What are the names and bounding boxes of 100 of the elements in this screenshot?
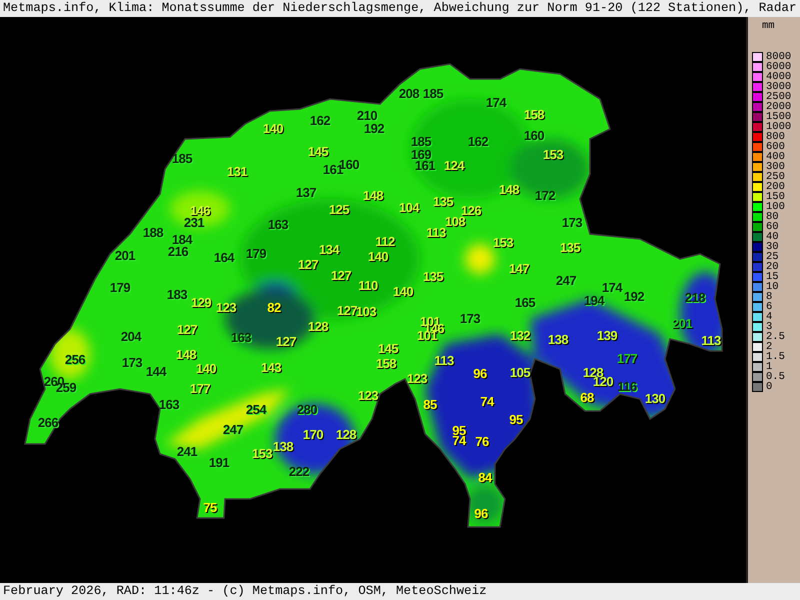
- station-value: 179: [110, 282, 130, 294]
- station-value: 116: [617, 381, 637, 393]
- station-value: 163: [268, 219, 288, 231]
- legend-label: 40: [766, 232, 779, 242]
- station-value: 123: [216, 302, 236, 314]
- station-value: 126: [460, 205, 482, 217]
- station-value: 174: [602, 282, 622, 294]
- station-value: 153: [542, 149, 564, 161]
- legend-label: 3000: [766, 82, 792, 92]
- legend-label: 60: [766, 222, 779, 232]
- legend-label: 400: [766, 152, 785, 162]
- station-value: 247: [556, 275, 576, 287]
- map-title: Metmaps.info, Klima: Monatssumme der Niederschlagsmenge, Abweichung zur Norm 91-20 (122 Stationen), Radar: [0, 0, 800, 17]
- station-value: 184: [172, 234, 192, 246]
- station-value: 125: [328, 204, 350, 216]
- legend-label: 2500: [766, 92, 792, 102]
- legend-label: 1500: [766, 112, 792, 122]
- legend-label: 1: [766, 362, 772, 372]
- station-value: 158: [376, 358, 396, 370]
- station-value: 183: [166, 289, 188, 301]
- station-value: 131: [226, 166, 248, 178]
- station-value: 169: [410, 149, 432, 161]
- station-value: 129: [190, 297, 212, 309]
- station-value: 216: [168, 246, 188, 258]
- station-value: 161: [414, 160, 436, 172]
- station-value: 137: [296, 187, 316, 199]
- station-value: 120: [592, 376, 614, 388]
- station-value: 127: [336, 305, 358, 317]
- station-value: 112: [375, 236, 395, 248]
- station-value: 162: [310, 115, 330, 127]
- legend-label: 200: [766, 182, 785, 192]
- station-value: 266: [38, 417, 58, 429]
- station-value: 104: [398, 202, 420, 214]
- station-value: 185: [172, 153, 192, 165]
- station-value: 74: [480, 396, 494, 408]
- station-value: 123: [406, 373, 428, 385]
- legend-label: 2000: [766, 102, 792, 112]
- station-value: 170: [302, 429, 324, 441]
- station-value: 135: [422, 271, 444, 283]
- station-value: 123: [358, 390, 378, 402]
- station-value: 158: [524, 109, 544, 121]
- station-value: 148: [498, 184, 520, 196]
- station-value: 132: [510, 330, 530, 342]
- legend-label: 4: [766, 312, 772, 322]
- station-value: 108: [444, 216, 466, 228]
- station-value: 153: [492, 237, 514, 249]
- legend-label: 600: [766, 142, 785, 152]
- station-value: 127: [298, 259, 318, 271]
- legend-label: 8: [766, 292, 772, 302]
- station-value: 85: [423, 399, 437, 411]
- station-value: 188: [142, 227, 164, 239]
- station-value: 127: [330, 270, 352, 282]
- station-value: 143: [260, 362, 282, 374]
- station-value: 173: [460, 313, 480, 325]
- station-value: 96: [473, 368, 487, 380]
- station-value: 138: [272, 441, 294, 453]
- station-value: 194: [584, 295, 604, 307]
- station-value: 140: [392, 286, 414, 298]
- station-value: 191: [208, 457, 230, 469]
- station-value: 173: [562, 217, 582, 229]
- station-value: 254: [246, 404, 266, 416]
- station-value: 74: [452, 435, 466, 447]
- station-value: 162: [468, 136, 488, 148]
- station-value: 204: [120, 331, 142, 343]
- station-value: 135: [432, 196, 454, 208]
- station-value: 165: [514, 297, 536, 309]
- station-value: 160: [524, 130, 544, 142]
- station-value: 145: [308, 146, 328, 158]
- legend-label: 30: [766, 242, 779, 252]
- station-value: 145: [378, 343, 398, 355]
- station-value: 177: [190, 383, 210, 395]
- station-value: 68: [580, 392, 594, 404]
- legend-label: 0: [766, 382, 772, 392]
- station-value: 127: [276, 336, 296, 348]
- station-value: 140: [196, 363, 216, 375]
- station-value: 140: [368, 251, 388, 263]
- legend-label: 6: [766, 302, 772, 312]
- legend-label: 1.5: [766, 352, 785, 362]
- legend-label: 3: [766, 322, 772, 332]
- station-value: 185: [422, 88, 444, 100]
- station-value: 163: [230, 332, 252, 344]
- station-value: 172: [534, 190, 556, 202]
- station-value: 148: [362, 190, 384, 202]
- station-value: 113: [434, 355, 454, 367]
- station-value: 280: [296, 404, 318, 416]
- station-value: 95: [452, 425, 466, 437]
- station-value: 185: [410, 136, 432, 148]
- legend-label: 25: [766, 252, 779, 262]
- legend-label: 8000: [766, 52, 792, 62]
- station-value: 201: [114, 250, 136, 262]
- station-value: 110: [358, 280, 378, 292]
- station-value: 103: [356, 306, 376, 318]
- legend-label: 4000: [766, 72, 792, 82]
- station-value: 173: [122, 357, 142, 369]
- station-value: 146: [190, 205, 210, 217]
- legend-label: 20: [766, 262, 779, 272]
- station-value: 128: [308, 321, 328, 333]
- station-value: 192: [624, 291, 644, 303]
- unit-label: mm: [761, 19, 776, 34]
- station-value: 177: [616, 353, 638, 365]
